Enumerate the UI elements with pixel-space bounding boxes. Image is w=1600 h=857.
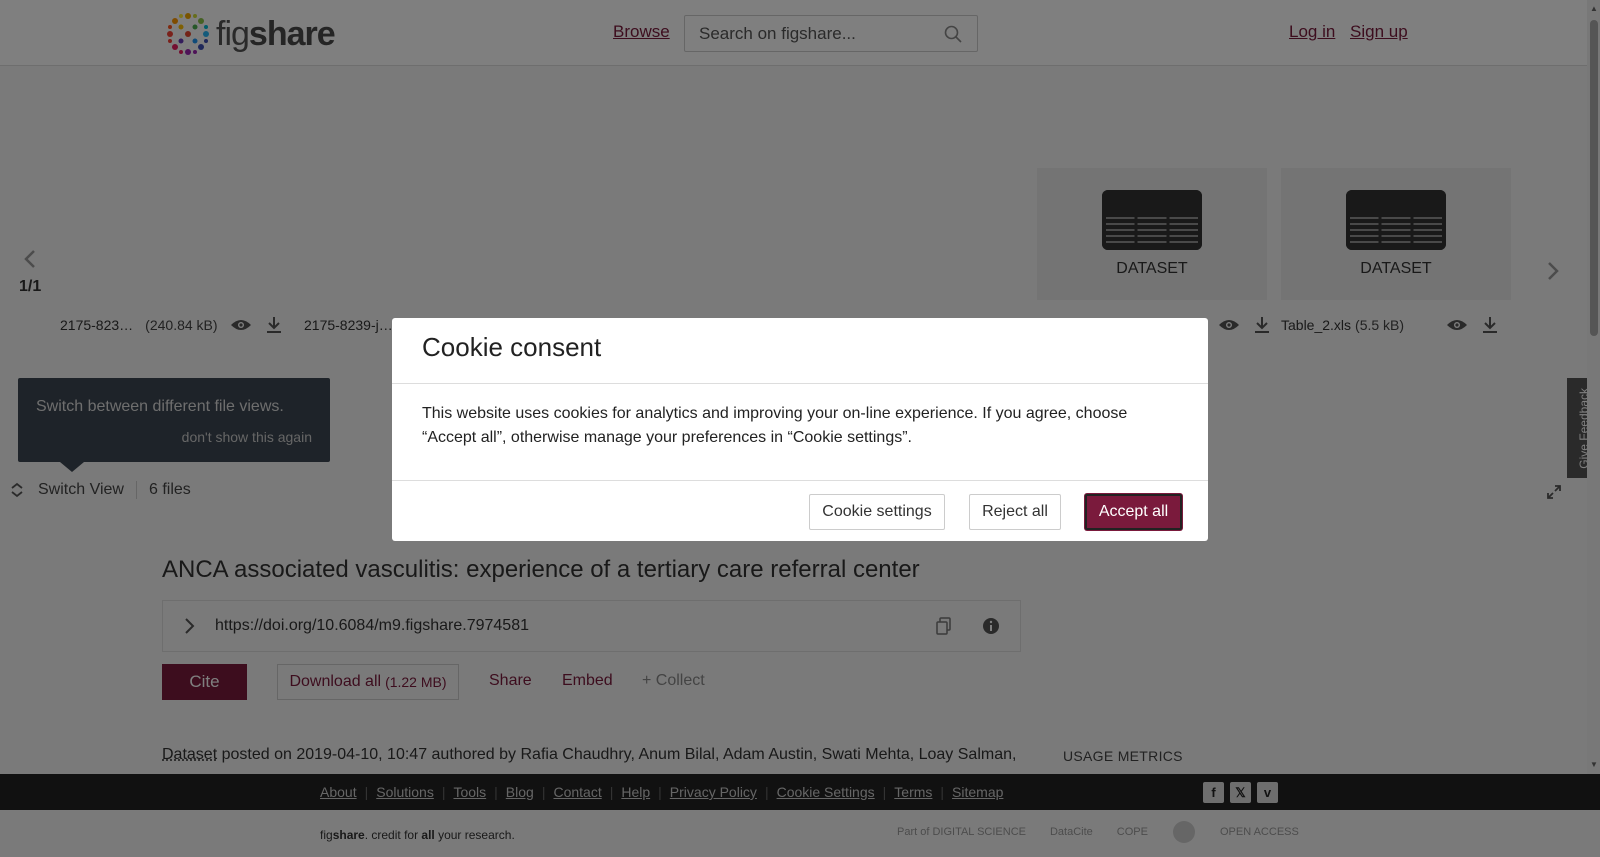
cookie-settings-button[interactable]: Cookie settings [809, 494, 945, 530]
divider [392, 480, 1208, 481]
cookie-consent-dialog: Cookie consent This website uses cookies… [392, 318, 1208, 541]
reject-all-button[interactable]: Reject all [969, 494, 1061, 530]
accept-all-button[interactable]: Accept all [1085, 494, 1182, 530]
divider [392, 383, 1208, 384]
dialog-title: Cookie consent [422, 332, 602, 362]
dialog-body: This website uses cookies for analytics … [422, 405, 1128, 446]
